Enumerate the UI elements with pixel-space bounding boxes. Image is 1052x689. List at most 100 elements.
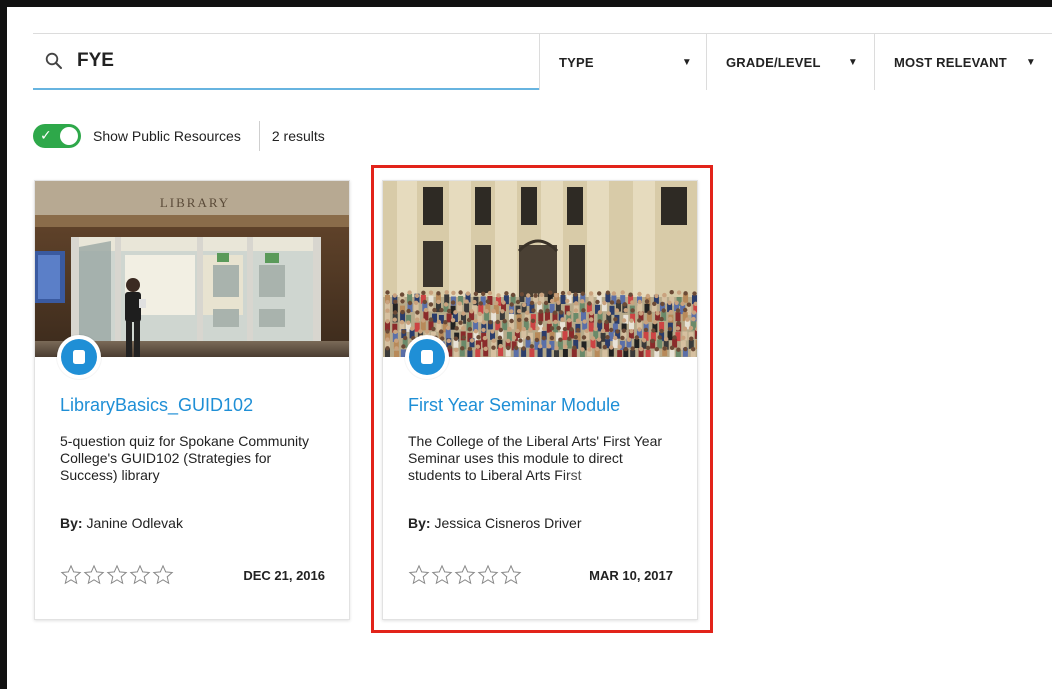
crowd-head: [509, 302, 514, 307]
crowd-head: [421, 318, 426, 323]
star-outline-icon[interactable]: [83, 564, 105, 586]
search-input[interactable]: [75, 49, 495, 73]
crowd-head: [617, 344, 622, 349]
crowd-head: [691, 347, 696, 352]
card-title-link[interactable]: LibraryBasics_GUID102: [60, 395, 253, 416]
document-icon: [421, 350, 433, 364]
crowd-head: [453, 310, 458, 315]
star-outline-icon[interactable]: [477, 564, 499, 586]
crowd-head: [662, 346, 667, 351]
crowd-head: [686, 302, 692, 307]
crowd-head: [400, 299, 405, 304]
crowd-head: [529, 344, 535, 349]
crowd-head: [453, 336, 459, 341]
crowd-head: [538, 320, 543, 326]
star-outline-icon[interactable]: [129, 564, 151, 586]
crowd-head: [385, 300, 390, 305]
crowd-head: [622, 302, 627, 307]
crowd-head: [613, 317, 618, 322]
crowd-head: [613, 335, 618, 341]
star-outline-icon[interactable]: [431, 564, 453, 586]
crowd-head: [542, 326, 547, 331]
crowd-person: [612, 339, 618, 348]
card-image-library: LIBRARY: [35, 181, 349, 357]
crowd-head: [559, 310, 564, 315]
crowd-head: [676, 320, 681, 326]
crowd-head: [518, 338, 523, 343]
crowd-head: [588, 291, 594, 296]
resource-card[interactable]: First Year Seminar Module The College of…: [382, 180, 698, 620]
grade-level-filter-dropdown[interactable]: GRADE/LEVEL ▼: [706, 34, 874, 90]
crowd-head: [524, 317, 529, 322]
crowd-person: [537, 348, 543, 357]
crowd-head: [439, 329, 444, 334]
crowd-head: [620, 335, 625, 341]
caret-down-icon: ▼: [847, 56, 858, 68]
star-outline-icon[interactable]: [454, 564, 476, 586]
crowd-head: [545, 308, 550, 313]
crowd-head: [614, 308, 620, 313]
crowd-head: [629, 329, 634, 334]
crowd-person: [562, 331, 568, 341]
crowd-head: [629, 318, 634, 323]
grade-level-filter-label: GRADE/LEVEL: [726, 54, 821, 70]
type-filter-dropdown[interactable]: TYPE ▼: [539, 34, 706, 90]
crowd-head: [645, 293, 651, 299]
crowd-head: [668, 309, 674, 315]
star-rating[interactable]: [60, 564, 174, 586]
crowd-head: [651, 328, 656, 333]
crowd-head: [537, 344, 543, 349]
star-outline-icon[interactable]: [60, 564, 82, 586]
search-box[interactable]: [33, 34, 539, 90]
crowd-head: [399, 292, 405, 297]
crowd-head: [589, 317, 594, 322]
sort-dropdown[interactable]: MOST RELEVANT ▼: [874, 34, 1052, 90]
crowd-head: [519, 292, 525, 297]
crowd-head: [454, 347, 459, 353]
star-outline-icon[interactable]: [408, 564, 430, 586]
resource-card[interactable]: LIBRARY LibraryBasics_GUID102 5-question…: [34, 180, 350, 620]
star-outline-icon[interactable]: [152, 564, 174, 586]
show-public-resources-toggle[interactable]: ✓: [33, 124, 81, 148]
crowd-person: [491, 349, 496, 357]
crowd-head: [660, 301, 665, 307]
crowd-person: [657, 339, 663, 349]
crowd-head: [516, 309, 522, 314]
crowd-person: [602, 350, 608, 357]
card-title-link[interactable]: First Year Seminar Module: [408, 395, 620, 416]
crowd-head: [584, 328, 589, 333]
crowd-head: [615, 329, 620, 334]
crowd-head: [476, 335, 481, 340]
crowd-head: [460, 346, 465, 351]
star-outline-icon[interactable]: [500, 564, 522, 586]
crowd-person: [645, 349, 651, 357]
author-prefix: By:: [408, 515, 431, 531]
crowd-head: [521, 326, 526, 332]
crowd-head: [609, 345, 614, 350]
card-image-campus-crowd: [383, 181, 697, 357]
crowd-head: [443, 320, 448, 325]
crowd-head: [409, 326, 415, 331]
crowd-head: [621, 328, 627, 333]
crowd-head: [553, 319, 558, 325]
crowd-person: [546, 348, 552, 357]
crowd-head: [385, 319, 390, 324]
crowd-head: [643, 327, 649, 333]
star-rating[interactable]: [408, 564, 522, 586]
crowd-head: [450, 300, 456, 305]
crowd-head: [535, 326, 540, 331]
crowd-head: [643, 320, 649, 325]
star-outline-icon[interactable]: [106, 564, 128, 586]
crowd-head: [475, 344, 480, 349]
crowd-head: [675, 326, 681, 331]
crowd-head: [531, 308, 536, 313]
caret-down-icon: ▼: [681, 56, 692, 68]
crowd-head: [501, 300, 506, 305]
crowd-head: [647, 310, 652, 315]
crowd-head: [637, 327, 642, 332]
crowd-head: [525, 335, 531, 341]
toggle-knob: [60, 127, 78, 145]
crowd-head: [446, 308, 452, 314]
crowd-head: [469, 309, 474, 314]
crowd-head: [483, 346, 488, 351]
